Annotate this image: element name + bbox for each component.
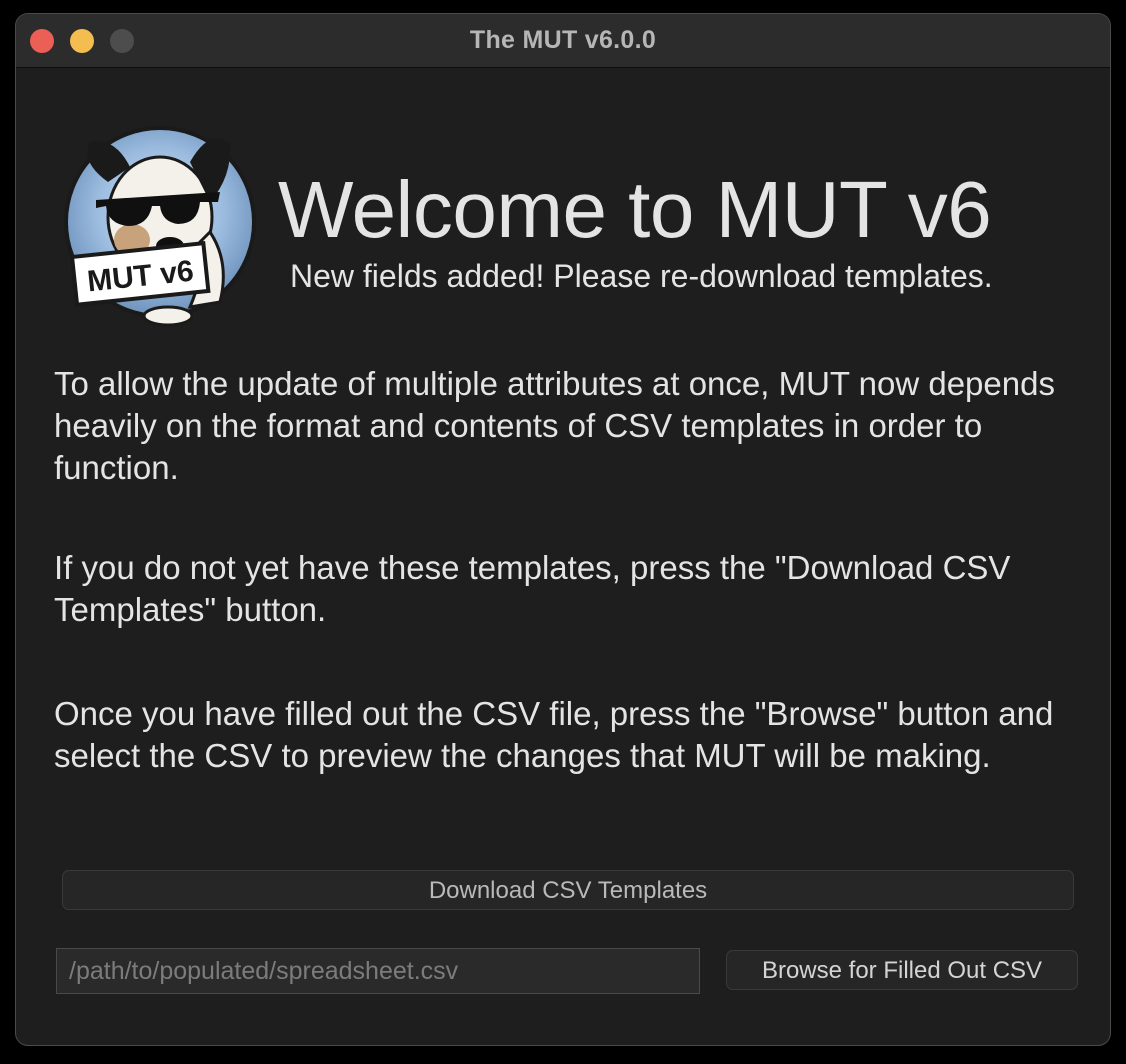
download-instructions-paragraph: If you do not yet have these templates, …: [54, 549, 1011, 628]
download-csv-templates-button[interactable]: Download CSV Templates: [62, 870, 1074, 910]
page-subtitle: New fields added! Please re-download tem…: [290, 258, 993, 294]
csv-path-input[interactable]: [56, 948, 700, 994]
app-window: The MUT v6.0.0 MUT v6 Welcome to MUT v6 …: [15, 13, 1111, 1046]
browse-instructions-paragraph: Once you have filled out the CSV file, p…: [54, 695, 1054, 774]
browse-csv-button[interactable]: Browse for Filled Out CSV: [726, 950, 1078, 990]
title-bar[interactable]: The MUT v6.0.0: [16, 14, 1110, 68]
page-title: Welcome to MUT v6: [278, 165, 992, 254]
intro-paragraph: To allow the update of multiple attribut…: [54, 365, 1055, 486]
window-title: The MUT v6.0.0: [469, 26, 657, 54]
dog-with-sunglasses-logo: MUT v6: [64, 126, 256, 327]
